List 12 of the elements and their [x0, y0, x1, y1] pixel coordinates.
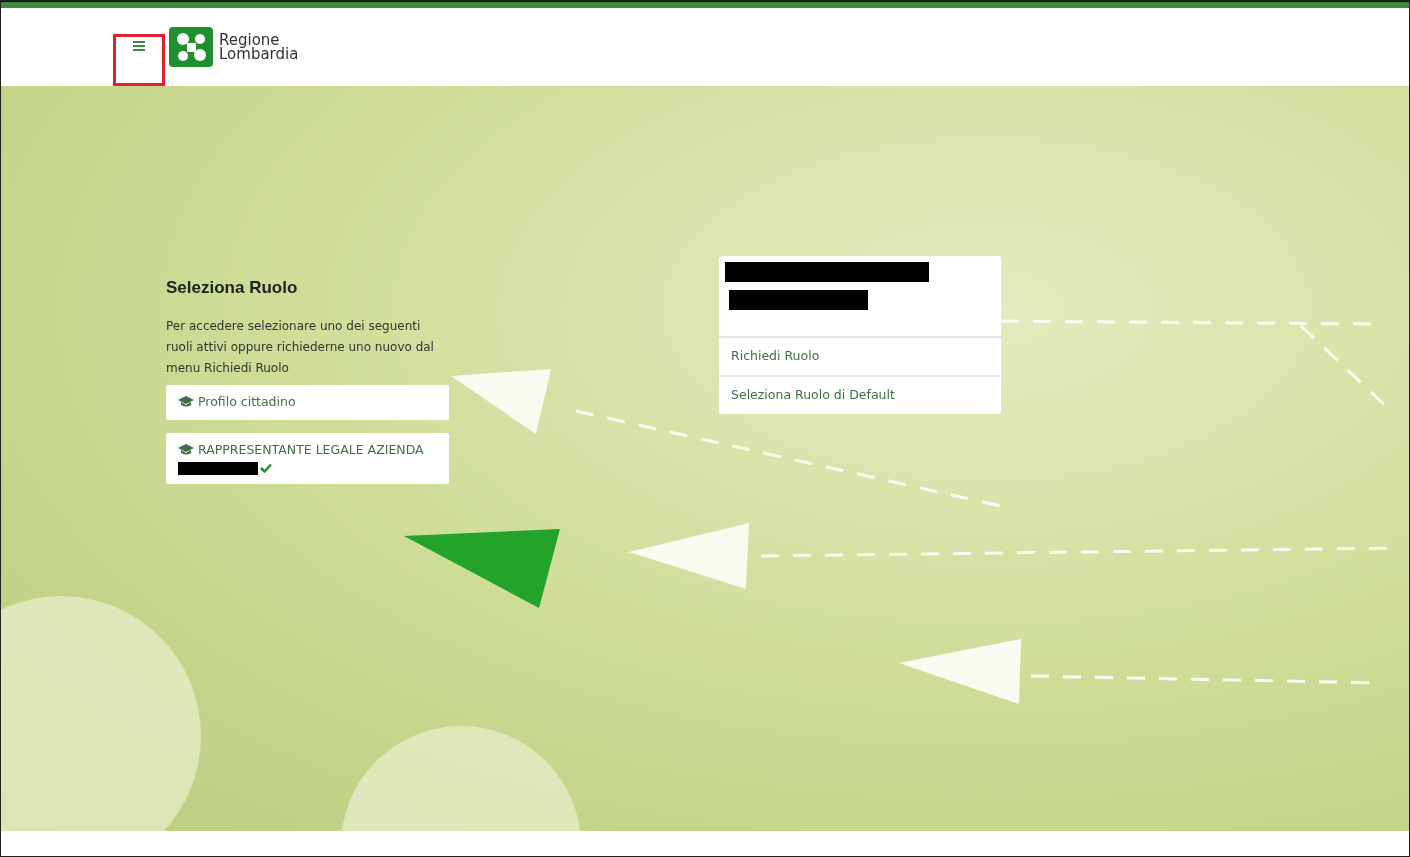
graduation-cap-icon [178, 396, 194, 408]
panel-title: Seleziona Ruolo [166, 278, 299, 299]
menu-button[interactable] [113, 34, 165, 86]
role-option[interactable]: RAPPRESENTANTE LEGALE AZIENDA [166, 433, 449, 484]
checkmark-icon [260, 463, 272, 474]
menu-item[interactable]: Seleziona Ruolo di Default [719, 374, 1001, 414]
menu-icon [133, 41, 145, 51]
instructions-text: Per accedere selezionare uno dei seguenti ruoli attivi oppure richiederne uno nuovo dal menu Richiedi Ruolo [166, 318, 435, 378]
logo-text: Regione Lombardia [219, 33, 299, 61]
role-option[interactable]: Profilo cittadino [166, 385, 449, 421]
graduation-cap-icon [178, 444, 194, 456]
logo-icon [169, 27, 213, 67]
